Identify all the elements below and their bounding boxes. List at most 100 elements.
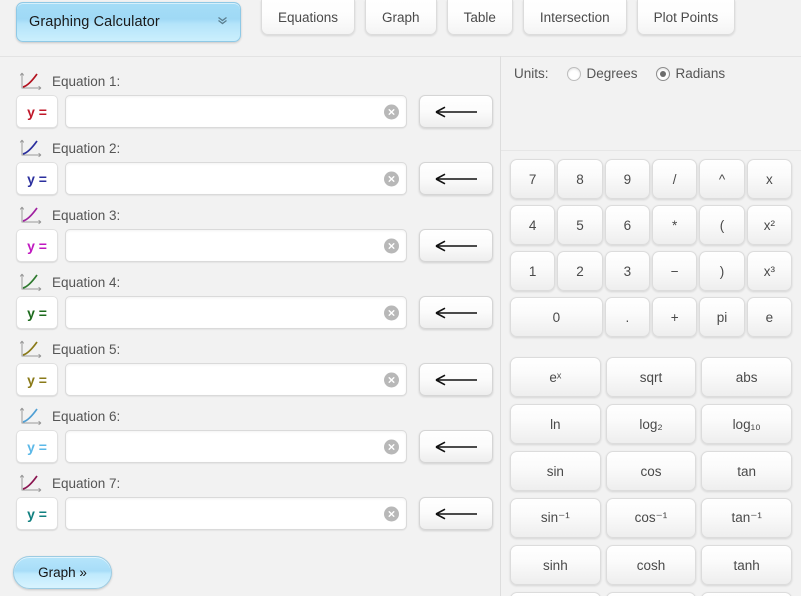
key-6[interactable]: 6 xyxy=(605,205,650,245)
function-key-cos[interactable]: cos xyxy=(606,451,697,491)
equation-input[interactable] xyxy=(65,363,407,396)
equation-input[interactable] xyxy=(65,162,407,195)
y-equals-label: y = xyxy=(16,430,58,463)
clear-circle-icon[interactable] xyxy=(384,372,399,387)
key-4[interactable]: 4 xyxy=(510,205,555,245)
key-label: ^ xyxy=(719,172,725,187)
tab-intersection[interactable]: Intersection xyxy=(523,0,627,35)
equation-header: Equation 2: xyxy=(0,137,500,159)
equation-input[interactable] xyxy=(65,296,407,329)
function-key-sin[interactable]: sin xyxy=(510,451,601,491)
equation-block: Equation 3:y = xyxy=(0,199,500,266)
key-label: 7 xyxy=(529,172,537,187)
insert-back-button[interactable] xyxy=(419,497,493,530)
equation-list: Equation 1:y =Equation 2:y =Equation 3:y… xyxy=(0,65,500,534)
key-[interactable]: ) xyxy=(699,251,744,291)
insert-back-button[interactable] xyxy=(419,229,493,262)
units-row: Units: Degrees Radians xyxy=(501,57,801,90)
clear-circle-icon[interactable] xyxy=(384,439,399,454)
key-8[interactable]: 8 xyxy=(557,159,602,199)
key-pi[interactable]: pi xyxy=(699,297,744,337)
function-key-label: cos xyxy=(640,464,661,479)
key-x[interactable]: x³ xyxy=(747,251,792,291)
y-equals-text: y = xyxy=(27,506,47,522)
function-key-ln[interactable]: ln xyxy=(510,404,601,444)
tab-equations[interactable]: Equations xyxy=(261,0,355,35)
key-0[interactable]: 0 xyxy=(510,297,603,337)
app-title-dropdown[interactable]: Graphing Calculator xyxy=(16,2,241,42)
equation-input[interactable] xyxy=(65,497,407,530)
key-label: x³ xyxy=(764,264,775,279)
key-[interactable]: − xyxy=(652,251,697,291)
key-x[interactable]: x² xyxy=(747,205,792,245)
key-e[interactable]: e xyxy=(747,297,792,337)
insert-back-button[interactable] xyxy=(419,296,493,329)
key-[interactable]: * xyxy=(652,205,697,245)
curve-icon xyxy=(18,339,44,359)
key-label: . xyxy=(625,310,629,325)
function-key-tanh[interactable]: tanh xyxy=(701,545,792,585)
left-arrow-icon xyxy=(433,172,479,186)
function-key-sinh[interactable]: sinh⁻¹ xyxy=(510,592,601,596)
function-key-tan[interactable]: tan xyxy=(701,451,792,491)
key-[interactable]: ( xyxy=(699,205,744,245)
function-key-label: cos⁻¹ xyxy=(635,510,668,526)
clear-circle-icon[interactable] xyxy=(384,305,399,320)
key-[interactable]: + xyxy=(652,297,697,337)
key-2[interactable]: 2 xyxy=(557,251,602,291)
equation-row: y = xyxy=(0,430,500,463)
function-key-label: sin xyxy=(547,464,564,479)
function-key-sinh[interactable]: sinh xyxy=(510,545,601,585)
function-key-log[interactable]: log₁₀ xyxy=(701,404,792,444)
insert-back-button[interactable] xyxy=(419,363,493,396)
function-key-tanh[interactable]: tanh⁻¹ xyxy=(701,592,792,596)
radio-radians[interactable]: Radians xyxy=(656,66,726,81)
key-[interactable]: / xyxy=(652,159,697,199)
curve-icon xyxy=(18,138,44,158)
equation-input[interactable] xyxy=(65,229,407,262)
equation-input[interactable] xyxy=(65,95,407,128)
function-key-abs[interactable]: abs xyxy=(701,357,792,397)
key-5[interactable]: 5 xyxy=(557,205,602,245)
equation-input[interactable] xyxy=(65,430,407,463)
clear-circle-icon[interactable] xyxy=(384,238,399,253)
equation-row: y = xyxy=(0,229,500,262)
function-key-e[interactable]: eˣ xyxy=(510,357,601,397)
tab-table[interactable]: Table xyxy=(447,0,513,35)
function-key-sqrt[interactable]: sqrt xyxy=(606,357,697,397)
function-key-cosh[interactable]: cosh⁻¹ xyxy=(606,592,697,596)
function-key-label: sin⁻¹ xyxy=(541,510,570,526)
key-3[interactable]: 3 xyxy=(605,251,650,291)
clear-circle-icon[interactable] xyxy=(384,171,399,186)
equation-label: Equation 1: xyxy=(52,74,120,89)
insert-back-button[interactable] xyxy=(419,95,493,128)
key-x[interactable]: x xyxy=(747,159,792,199)
equation-block: Equation 5:y = xyxy=(0,333,500,400)
equation-block: Equation 2:y = xyxy=(0,132,500,199)
key-7[interactable]: 7 xyxy=(510,159,555,199)
function-key-tan[interactable]: tan⁻¹ xyxy=(701,498,792,538)
units-label: Units: xyxy=(514,66,549,81)
insert-back-button[interactable] xyxy=(419,162,493,195)
key-9[interactable]: 9 xyxy=(605,159,650,199)
function-key-cos[interactable]: cos⁻¹ xyxy=(606,498,697,538)
tab-plot-points[interactable]: Plot Points xyxy=(637,0,736,35)
function-key-cosh[interactable]: cosh xyxy=(606,545,697,585)
function-key-sin[interactable]: sin⁻¹ xyxy=(510,498,601,538)
function-key-log[interactable]: log₂ xyxy=(606,404,697,444)
graph-button[interactable]: Graph » xyxy=(13,556,112,589)
key-label: 3 xyxy=(624,264,632,279)
equation-input-wrap xyxy=(65,95,407,128)
function-key-label: log₂ xyxy=(639,417,662,432)
y-equals-text: y = xyxy=(27,439,47,455)
key-[interactable]: ^ xyxy=(699,159,744,199)
left-arrow-icon xyxy=(433,373,479,387)
clear-circle-icon[interactable] xyxy=(384,104,399,119)
insert-back-button[interactable] xyxy=(419,430,493,463)
radio-degrees[interactable]: Degrees xyxy=(567,66,638,81)
tab-graph[interactable]: Graph xyxy=(365,0,437,35)
clear-circle-icon[interactable] xyxy=(384,506,399,521)
key-1[interactable]: 1 xyxy=(510,251,555,291)
key-[interactable]: . xyxy=(605,297,650,337)
radio-degrees-label: Degrees xyxy=(587,66,638,81)
